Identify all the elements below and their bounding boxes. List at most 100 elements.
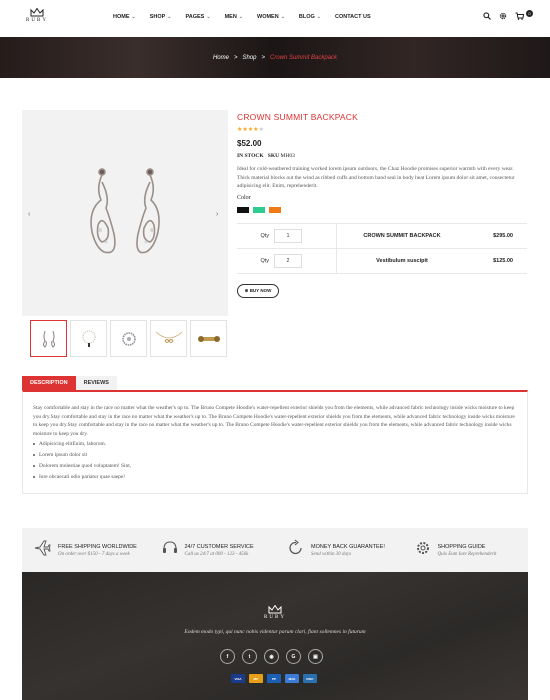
list-item: Dolorem molestiae quod voluptatem! Sint, (33, 463, 131, 474)
grouped-products-table: Qty 1 CROWN SUMMIT BACKPACK $295.00 Qty 2 Vest… (237, 223, 527, 274)
google-plus-icon[interactable]: G (286, 649, 301, 664)
service-item: 24/7 CUSTOMER SERVICE Call us 24/7 at 000… (149, 528, 276, 572)
paypal-icon: PP (267, 674, 281, 683)
chevron-down-icon: ⌄ (206, 14, 211, 20)
color-swatch[interactable] (269, 207, 281, 213)
star-icon: ★ (258, 127, 264, 133)
grouped-product-price: $295.00 (493, 233, 513, 239)
headset-icon (161, 539, 185, 562)
grouped-row: Qty 1 CROWN SUMMIT BACKPACK $295.00 (237, 223, 527, 249)
stock-status: IN STOCK (237, 153, 264, 159)
service-subtitle: On order over $150 - 7 days a week (58, 551, 130, 557)
gallery-prev-arrow[interactable]: ‹ (28, 211, 30, 218)
cart-count-badge: 0 (526, 10, 533, 17)
gear-icon[interactable] (499, 12, 507, 20)
visa-icon: VISA (231, 674, 245, 683)
discover-icon: DISC (303, 674, 317, 683)
twitter-icon[interactable]: t (242, 649, 257, 664)
nav-item-label: BLOG (298, 14, 315, 20)
service-item: SHOPPING GUIDE Quis Eum Iure Reprehenderi… (402, 528, 529, 572)
nav-item-label: CONTACT US (335, 14, 371, 20)
nav-item-women[interactable]: WOMEN ⌄ (257, 14, 285, 20)
thumbnail-ring[interactable] (110, 320, 147, 357)
color-swatch[interactable] (237, 207, 249, 213)
service-title: MONEY BACK GUARANTEE! (311, 543, 385, 550)
nav-item-home[interactable]: HOME ⌄ (113, 14, 136, 20)
brand-logo[interactable]: RUBY (22, 8, 52, 23)
service-item: FREE SHIPPING WORLDWIDE On order over $15… (22, 528, 149, 572)
nav-item-pages[interactable]: PAGES ⌄ (186, 14, 211, 20)
stock-info: IN STOCK SKU MH03 (237, 153, 295, 159)
breadcrumb-home[interactable]: Home (213, 55, 229, 61)
column-divider (302, 223, 337, 249)
brand-name: RUBY (26, 18, 48, 23)
footer-logo[interactable]: RUBY (22, 605, 528, 620)
quantity-input[interactable]: 1 (274, 229, 302, 243)
nav-item-contact-us[interactable]: CONTACT US (335, 14, 371, 20)
chevron-down-icon: ⌄ (167, 14, 172, 20)
sku-value: MH03 (280, 153, 295, 159)
rating-stars[interactable]: ★★★★★ (237, 126, 264, 133)
tab-reviews[interactable]: REVIEWS (75, 376, 117, 390)
footer-tagline: Eodem modo typi, qui nunc nobis videntur… (184, 629, 366, 635)
breadcrumb: Home > Shop > Crown Summit Backpack (0, 55, 550, 61)
footer-brand-name: RUBY (264, 615, 286, 620)
description-bullets: Adipisicing elitEnim, laborum. Lorem ipsu… (33, 441, 131, 485)
crown-icon (30, 8, 44, 17)
nav-item-label: WOMEN (257, 14, 279, 20)
color-swatch[interactable] (253, 207, 265, 213)
service-title: FREE SHIPPING WORLDWIDE (58, 543, 137, 550)
thumbnail-necklace-beads[interactable] (70, 320, 107, 357)
grouped-product-name: Vestibulum suscipit (376, 258, 428, 264)
product-tabs: DESCRIPTION REVIEWS (22, 376, 117, 390)
product-main-image[interactable] (22, 110, 228, 316)
thumbnail-bracelet[interactable] (190, 320, 227, 357)
nav-item-label: MEN (224, 14, 237, 20)
color-label: Color (237, 195, 251, 201)
cart-icon: ⊕ (244, 288, 249, 293)
cart-icon[interactable]: 0 (515, 10, 533, 20)
nav-item-shop[interactable]: SHOP ⌄ (150, 14, 172, 20)
chevron-down-icon: ⌄ (316, 14, 321, 20)
chevron-down-icon: ⌄ (131, 14, 136, 20)
nav-item-men[interactable]: MEN ⌄ (225, 14, 243, 20)
color-swatches (237, 207, 281, 213)
thumbnail-earrings[interactable] (30, 320, 67, 357)
facebook-icon[interactable]: f (220, 649, 235, 664)
qty-label: Qty (260, 233, 269, 239)
sku-label: SKU (267, 153, 280, 159)
nav-item-blog[interactable]: BLOG ⌄ (299, 14, 321, 20)
service-subtitle: Call us 24/7 at 000 - 123 - 456k (184, 551, 249, 557)
quantity-input[interactable]: 2 (274, 254, 302, 268)
breadcrumb-shop[interactable]: Shop (242, 55, 256, 61)
tab-description[interactable]: DESCRIPTION (22, 376, 76, 390)
breadcrumb-separator: > (261, 55, 266, 61)
breadcrumb-current: Crown Summit Backpack (270, 55, 338, 61)
thumbnail-pendant[interactable] (150, 320, 187, 357)
grouped-row: Qty 2 Vestibulum suscipit $125.00 (237, 248, 527, 274)
column-divider (302, 248, 337, 274)
service-subtitle: Quis Eum Iure Reprehenderit (437, 551, 497, 557)
list-item: Adipisicing elitEnim, laborum. (33, 441, 131, 452)
service-subtitle: Send within 30 days (311, 551, 352, 557)
tab-description-text: Stay comfortable and stay in the race no… (33, 405, 515, 437)
buy-now-button[interactable]: ⊕ BUY NOW (237, 284, 279, 298)
services-bar: FREE SHIPPING WORLDWIDE On order over $15… (22, 528, 528, 572)
search-icon[interactable] (483, 12, 491, 20)
maestro-icon: MAE (285, 674, 299, 683)
nav-item-label: HOME (113, 14, 130, 20)
social-links: f t ◉ G ▣ (220, 649, 323, 664)
mastercard-icon: MC (249, 674, 263, 683)
main-nav: HOME ⌄ SHOP ⌄ PAGES ⌄ MEN ⌄ WOMEN ⌄ BLOG ⌄ CONTACT U… (113, 14, 385, 20)
list-item: Iure obcaecati odio pariatur quae saepe! (33, 474, 131, 485)
breadcrumb-separator: > (233, 55, 238, 61)
gallery-next-arrow[interactable]: › (216, 211, 218, 218)
service-title: 24/7 CUSTOMER SERVICE (184, 543, 254, 550)
earring-image (90, 168, 160, 254)
chevron-down-icon: ⌄ (238, 14, 243, 20)
service-item: MONEY BACK GUARANTEE! Send within 30 days (275, 528, 402, 572)
instagram-icon[interactable]: ▣ (308, 649, 323, 664)
header-icons: 0 (483, 10, 533, 20)
product-price: $52.00 (237, 139, 262, 148)
dribbble-icon[interactable]: ◉ (264, 649, 279, 664)
